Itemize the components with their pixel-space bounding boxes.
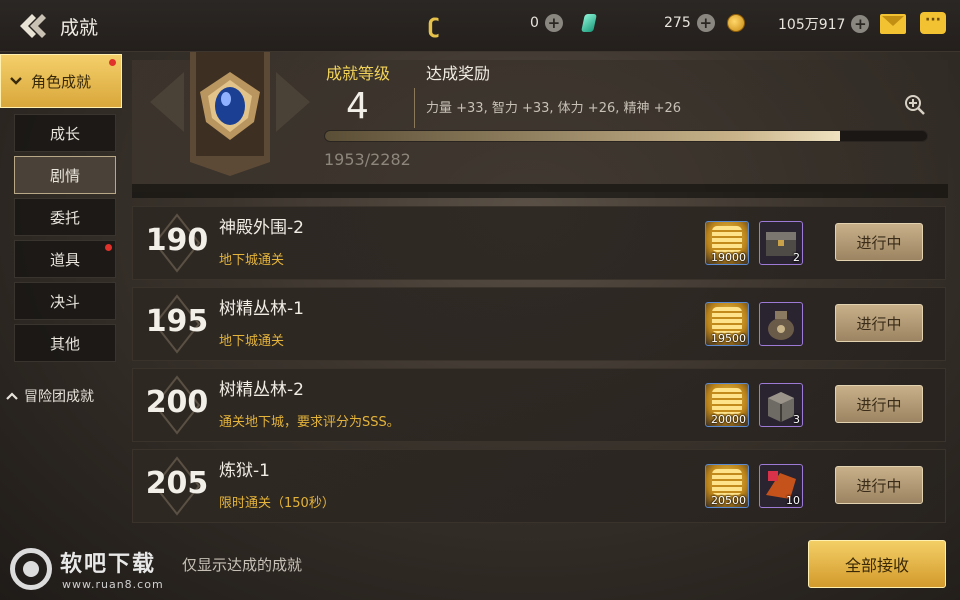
achievement-row: 205 炼狱-1 限时通关（150秒） 20500 10 进行中 bbox=[132, 449, 946, 523]
gold-reward-item[interactable]: 19500 bbox=[705, 302, 749, 346]
reward-item-count: 2 bbox=[793, 251, 800, 264]
zoom-in-icon[interactable] bbox=[904, 94, 926, 116]
sidebar-item-story[interactable]: 剧情 bbox=[14, 156, 116, 194]
reward-item-count: 10 bbox=[786, 494, 800, 507]
gold-coin-icon bbox=[726, 14, 745, 32]
gold-coins-icon bbox=[712, 469, 742, 495]
sidebar-item-label: 道具 bbox=[49, 250, 80, 269]
watermark: 软吧下载 www.ruan8.com bbox=[10, 544, 180, 596]
sidebar-team-label: 冒险团成就 bbox=[24, 389, 94, 405]
gem-currency-counter: 275 + bbox=[664, 14, 745, 32]
sidebar-item-growth[interactable]: 成长 bbox=[14, 114, 116, 152]
gold-reward-count: 19000 bbox=[711, 251, 746, 264]
achievement-title: 树精丛林-2 bbox=[219, 380, 304, 400]
top-bar: 成就 ʗ 0 + 275 + 105万917 + ··· bbox=[0, 0, 960, 52]
achievement-progress-text: 1953/2282 bbox=[324, 150, 411, 169]
sidebar-item-label: 其他 bbox=[49, 334, 80, 353]
add-gold-button[interactable]: + bbox=[851, 15, 870, 33]
gold-reward-item[interactable]: 20000 bbox=[705, 383, 749, 427]
back-arrow-icon bbox=[20, 14, 46, 38]
in-progress-button[interactable]: 进行中 bbox=[835, 466, 923, 504]
gem-icon bbox=[581, 14, 597, 32]
gold-coins-icon bbox=[712, 388, 742, 414]
gold-currency-counter: 105万917 + bbox=[778, 14, 870, 34]
sidebar-item-duel[interactable]: 决斗 bbox=[14, 282, 116, 320]
mail-icon[interactable] bbox=[880, 14, 906, 34]
hook-currency-value: 0 bbox=[530, 15, 539, 31]
sidebar-item-items[interactable]: 道具 bbox=[14, 240, 116, 278]
pouch-icon bbox=[768, 311, 794, 340]
chat-icon[interactable]: ··· bbox=[920, 12, 946, 34]
sidebar-team-category[interactable]: 冒险团成就 bbox=[6, 386, 94, 406]
sidebar-item-label: 决斗 bbox=[49, 292, 80, 311]
show-completed-filter[interactable]: 仅显示达成的成就 bbox=[182, 554, 302, 575]
watermark-logo-icon bbox=[10, 548, 52, 590]
reward-item[interactable]: 2 bbox=[759, 221, 803, 265]
gold-reward-item[interactable]: 20500 bbox=[705, 464, 749, 508]
chevron-down-icon bbox=[10, 77, 22, 85]
divider bbox=[414, 88, 415, 128]
receive-all-button[interactable]: 全部接收 bbox=[808, 540, 946, 588]
achievement-points: 200 bbox=[145, 385, 209, 420]
gem-currency-value: 275 bbox=[664, 15, 691, 31]
achievement-level-value: 4 bbox=[346, 86, 369, 127]
achievement-level-label: 成就等级 bbox=[326, 64, 391, 83]
gold-reward-count: 19500 bbox=[711, 332, 746, 345]
achievement-progress-fill bbox=[325, 131, 841, 141]
achievement-title: 树精丛林-1 bbox=[219, 299, 304, 319]
sidebar-item-other[interactable]: 其他 bbox=[14, 324, 116, 362]
reward-item[interactable]: 10 bbox=[759, 464, 803, 508]
sidebar-main-category[interactable]: 角色成就 bbox=[0, 54, 122, 108]
reward-item-count: 3 bbox=[793, 413, 800, 426]
summary-separator bbox=[132, 184, 948, 198]
notification-dot bbox=[109, 59, 116, 66]
reward-label: 达成奖励 bbox=[426, 64, 491, 83]
achievement-emblem-icon bbox=[150, 52, 310, 176]
watermark-name: 软吧下载 bbox=[60, 552, 157, 577]
reward-item[interactable]: 3 bbox=[759, 383, 803, 427]
reward-text: 力量 +33, 智力 +33, 体力 +26, 精神 +26 bbox=[426, 101, 682, 116]
achievement-title: 神殿外围-2 bbox=[219, 218, 304, 238]
in-progress-button[interactable]: 进行中 bbox=[835, 385, 923, 423]
gold-reward-count: 20000 bbox=[711, 413, 746, 426]
gold-currency-value: 105万917 bbox=[778, 17, 846, 33]
page-title: 成就 bbox=[60, 17, 99, 39]
sidebar-item-label: 委托 bbox=[49, 208, 80, 227]
in-progress-button[interactable]: 进行中 bbox=[835, 304, 923, 342]
reward-item[interactable] bbox=[759, 302, 803, 346]
hook-currency: ʗ bbox=[428, 14, 439, 38]
achievement-title: 炼狱-1 bbox=[219, 461, 270, 481]
achievement-row: 200 树精丛林-2 通关地下城，要求评分为SSS。 20000 3 进行中 bbox=[132, 368, 946, 442]
chevron-up-icon bbox=[6, 391, 18, 400]
achievement-desc: 地下城通关 bbox=[219, 334, 285, 349]
watermark-url: www.ruan8.com bbox=[62, 578, 164, 591]
sidebar-item-commission[interactable]: 委托 bbox=[14, 198, 116, 236]
achievement-row: 195 树精丛林-1 地下城通关 19500 进行中 bbox=[132, 287, 946, 361]
sidebar-item-label: 成长 bbox=[49, 124, 80, 143]
achievement-progress-bar bbox=[324, 130, 928, 142]
gold-reward-count: 20500 bbox=[711, 494, 746, 507]
achievement-row: 190 神殿外围-2 地下城通关 19000 2 进行中 bbox=[132, 206, 946, 280]
achievement-desc: 通关地下城，要求评分为SSS。 bbox=[219, 415, 400, 430]
back-button[interactable] bbox=[14, 8, 52, 44]
achievement-desc: 限时通关（150秒） bbox=[219, 496, 335, 511]
hook-currency-icon: ʗ bbox=[428, 14, 440, 38]
gold-reward-item[interactable]: 19000 bbox=[705, 221, 749, 265]
gold-coins-icon bbox=[712, 307, 742, 333]
add-hook-currency-button[interactable]: + bbox=[544, 14, 563, 32]
achievement-points: 195 bbox=[145, 304, 209, 339]
achievement-points: 205 bbox=[145, 466, 209, 501]
gold-coins-icon bbox=[712, 226, 742, 252]
achievement-desc: 地下城通关 bbox=[219, 253, 285, 268]
in-progress-button[interactable]: 进行中 bbox=[835, 223, 923, 261]
hook-currency-counter: 0 + bbox=[530, 14, 597, 32]
add-gem-currency-button[interactable]: + bbox=[696, 14, 715, 32]
notification-dot bbox=[105, 244, 112, 251]
sidebar-item-label: 剧情 bbox=[49, 166, 80, 185]
sidebar-main-label: 角色成就 bbox=[31, 72, 92, 91]
achievement-points: 190 bbox=[145, 223, 209, 258]
